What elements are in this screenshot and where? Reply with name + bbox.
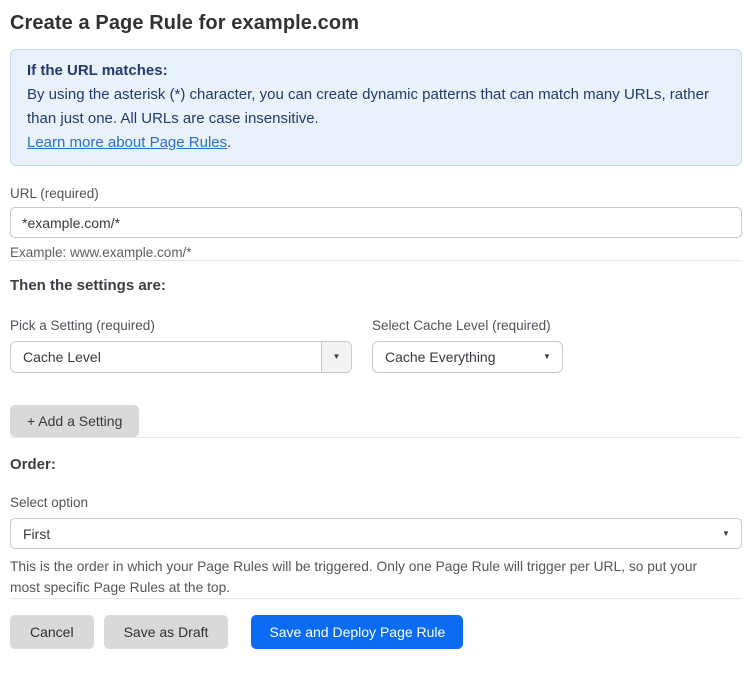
pick-setting-column: Pick a Setting (required) Cache Level ▼ — [10, 318, 352, 373]
info-box-heading: If the URL matches: — [27, 62, 168, 79]
page-rule-form: Create a Page Rule for example.com If th… — [0, 0, 750, 661]
divider — [10, 437, 742, 438]
pick-setting-label: Pick a Setting (required) — [10, 318, 155, 333]
order-select[interactable]: First ▼ — [10, 518, 742, 549]
learn-more-link[interactable]: Learn more about Page Rules — [27, 134, 227, 151]
order-section-heading: Order: — [10, 456, 56, 473]
url-match-info-box: If the URL matches: By using the asteris… — [10, 49, 742, 166]
dropdown-arrow-glyph: ▼ — [332, 352, 341, 361]
chevron-down-icon: ▼ — [532, 353, 562, 361]
save-and-deploy-button[interactable]: Save and Deploy Page Rule — [251, 615, 464, 649]
settings-row: Pick a Setting (required) Cache Level ▼ … — [10, 318, 742, 373]
page-title: Create a Page Rule for example.com — [10, 12, 360, 34]
divider — [10, 598, 742, 599]
dropdown-arrow-glyph: ▼ — [543, 352, 551, 361]
dropdown-arrow-glyph: ▼ — [722, 528, 730, 538]
chevron-down-icon: ▼ — [711, 528, 741, 538]
form-actions: Cancel Save as Draft Save and Deploy Pag… — [10, 615, 742, 649]
order-selected-value: First — [23, 525, 51, 542]
url-field-label: URL (required) — [10, 186, 99, 201]
pick-setting-select[interactable]: Cache Level ▼ — [10, 341, 352, 373]
info-box-body: By using the asterisk (*) character, you… — [27, 86, 709, 127]
pick-setting-selected-value: Cache Level — [23, 349, 101, 365]
settings-section-heading: Then the settings are: — [10, 277, 166, 294]
info-box-link-line: Learn more about Page Rules. — [27, 131, 725, 155]
cache-level-label: Select Cache Level (required) — [372, 318, 551, 333]
cancel-button[interactable]: Cancel — [10, 615, 94, 649]
chevron-down-icon: ▼ — [321, 342, 351, 372]
divider — [10, 260, 742, 261]
cache-level-column: Select Cache Level (required) Cache Ever… — [372, 318, 563, 373]
order-helper-text: This is the order in which your Page Rul… — [10, 559, 698, 595]
add-setting-button[interactable]: + Add a Setting — [10, 405, 140, 437]
url-input[interactable] — [10, 207, 742, 238]
cache-level-select[interactable]: Cache Everything ▼ — [372, 341, 563, 373]
url-example-helper: Example: www.example.com/* — [10, 245, 192, 260]
link-suffix: . — [227, 134, 232, 151]
cache-level-selected-value: Cache Everything — [385, 349, 496, 365]
save-as-draft-button[interactable]: Save as Draft — [103, 615, 229, 649]
order-select-label: Select option — [10, 495, 89, 510]
